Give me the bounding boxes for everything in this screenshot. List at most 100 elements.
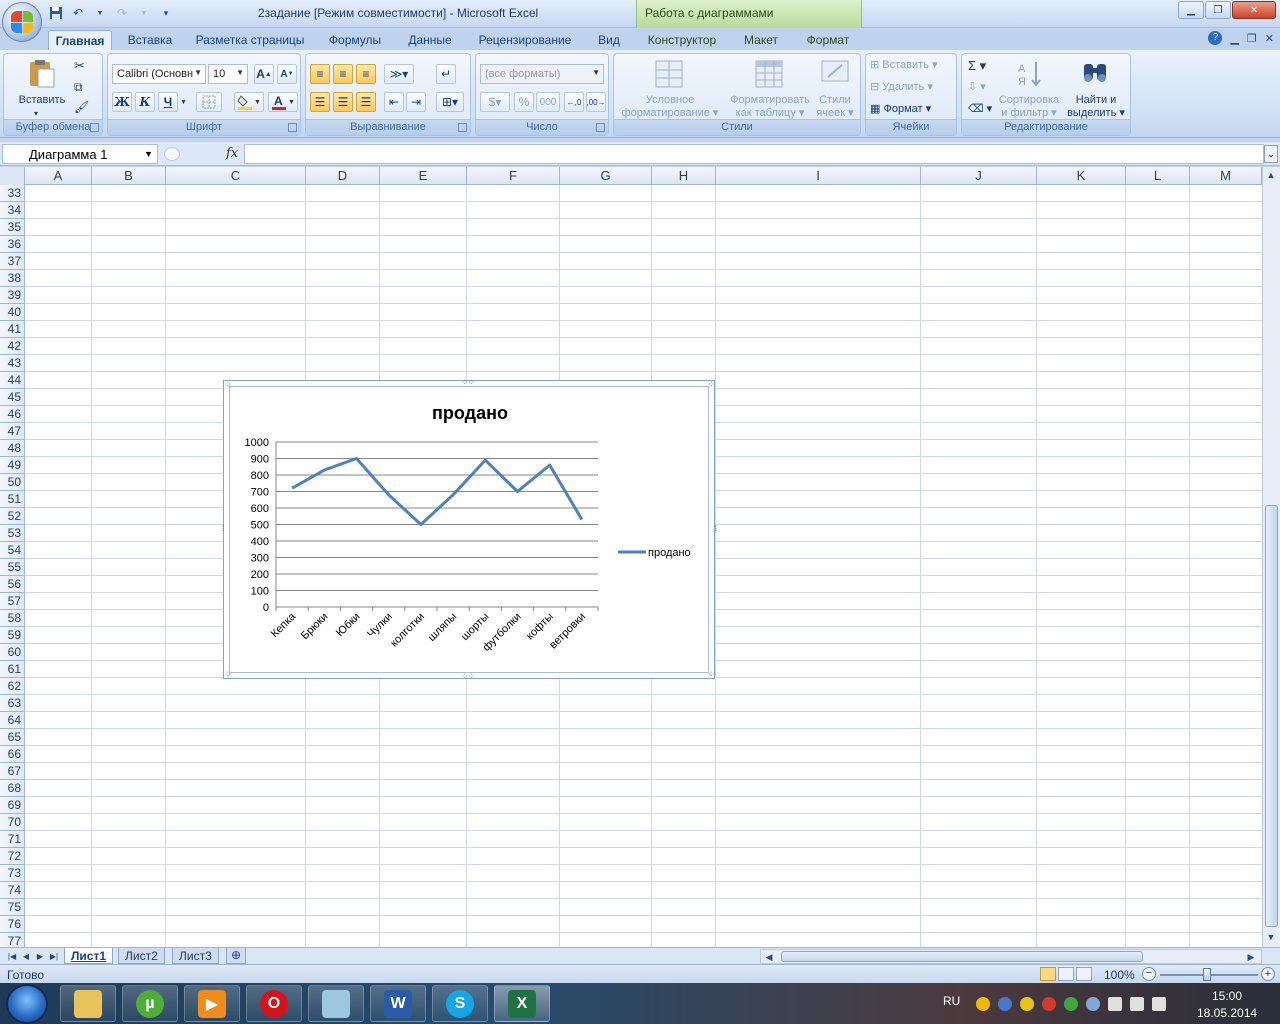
row-header[interactable]: 33 (0, 185, 25, 202)
tab-view[interactable]: Вид (592, 30, 626, 50)
row-header[interactable]: 62 (0, 678, 25, 695)
column-header[interactable]: M (1190, 167, 1262, 185)
column-header[interactable]: D (306, 167, 380, 185)
font-size-combo[interactable]: 10 ▼ (208, 64, 248, 84)
ribbon-close-icon[interactable]: ✕ (1265, 32, 1274, 45)
clock-date[interactable]: 18.05.2014 (1197, 1006, 1257, 1020)
format-cells-button[interactable]: ▦ Формат ▾ (870, 103, 931, 116)
align-left-icon[interactable]: ☰ (310, 92, 330, 112)
font-launcher-icon[interactable] (288, 123, 297, 132)
fill-color-icon[interactable]: ▼ (234, 92, 264, 112)
taskbar-opera[interactable]: O (246, 985, 302, 1022)
row-header[interactable]: 51 (0, 491, 25, 508)
find-select-icon[interactable] (1080, 58, 1112, 88)
name-box[interactable]: Диаграмма 1 ▼ (2, 144, 158, 164)
row-header[interactable]: 71 (0, 831, 25, 848)
row-header[interactable]: 68 (0, 780, 25, 797)
row-header[interactable]: 73 (0, 865, 25, 882)
redo-icon[interactable]: ↷ (114, 5, 130, 21)
row-header[interactable]: 41 (0, 321, 25, 338)
sort-filter-button[interactable]: Сортировка и фильтр ▾ (994, 94, 1064, 120)
flag-icon[interactable] (1152, 997, 1166, 1011)
horizontal-scroll-thumb[interactable] (781, 951, 1143, 962)
ribbon-minimize-icon[interactable]: ▁ (1230, 32, 1238, 45)
row-header[interactable]: 38 (0, 270, 25, 287)
row-header[interactable]: 56 (0, 576, 25, 593)
increase-decimal-icon[interactable]: ←,0 (564, 92, 584, 112)
shrink-font-icon[interactable]: A ▼ (277, 64, 297, 84)
column-header[interactable]: E (380, 167, 467, 185)
redo-dropdown-icon[interactable]: ▼ (136, 5, 152, 21)
taskbar-notepad[interactable] (308, 985, 364, 1022)
align-top-icon[interactable]: ≡ (310, 64, 330, 84)
scroll-right-icon[interactable]: ▶ (1245, 949, 1257, 965)
wrap-text-icon[interactable]: ↵ (436, 64, 456, 84)
tab-formulas[interactable]: Формулы (322, 30, 388, 50)
zoom-in-icon[interactable]: + (1261, 967, 1275, 981)
row-header[interactable]: 76 (0, 916, 25, 933)
row-header[interactable]: 53 (0, 525, 25, 542)
help-icon[interactable]: ? (1208, 31, 1223, 45)
row-header[interactable]: 54 (0, 542, 25, 559)
taskbar-utorrent[interactable]: µ (122, 985, 178, 1022)
decrease-indent-icon[interactable]: ⇤ (384, 92, 404, 112)
row-header[interactable]: 77 (0, 933, 25, 947)
chart-object[interactable]: ⁘ ⁘⁘ ⁘ ⁞ ⁞ ⁘ ⁘⁘ ⁘ продано 0 100 200 300 400 50… (222, 377, 717, 681)
insert-function-button[interactable]: fx (226, 146, 238, 161)
format-painter-icon[interactable]: 🖌 (74, 101, 89, 114)
taskbar-explorer[interactable] (60, 985, 116, 1022)
paste-icon[interactable] (26, 58, 58, 88)
conditional-formatting-icon[interactable] (654, 59, 686, 89)
taskbar-excel[interactable]: X (494, 985, 550, 1022)
italic-button[interactable]: К (135, 92, 155, 112)
tab-design[interactable]: Конструктор (640, 30, 724, 50)
row-header[interactable]: 49 (0, 457, 25, 474)
row-header[interactable]: 35 (0, 219, 25, 236)
restore-button[interactable]: ❐ (1205, 1, 1231, 19)
network-icon[interactable] (1108, 997, 1122, 1011)
orientation-icon[interactable]: ≫▾ (384, 64, 414, 84)
data-point[interactable] (483, 458, 487, 462)
vertical-scroll-thumb[interactable] (1265, 505, 1278, 927)
prev-sheet-icon[interactable]: ◀ (20, 949, 32, 963)
borders-icon[interactable] (196, 92, 222, 112)
normal-view-icon[interactable] (1040, 967, 1056, 981)
legend-label[interactable]: продано (648, 547, 691, 559)
horizontal-scrollbar[interactable]: ◀ ▶ (760, 949, 1262, 964)
undo-icon[interactable]: ↶ (70, 5, 86, 21)
cell-styles-icon[interactable] (820, 59, 852, 89)
fill-icon[interactable]: ⇩ ▾ (968, 81, 986, 94)
font-color-icon[interactable]: A ▼ (268, 92, 298, 112)
tray-shield-icon[interactable] (1020, 997, 1034, 1011)
tab-data[interactable]: Данные (400, 30, 460, 50)
cell-styles-button[interactable]: Стили ячеек ▾ (810, 94, 860, 120)
align-right-icon[interactable]: ☰ (356, 92, 376, 112)
undo-dropdown-icon[interactable]: ▼ (92, 5, 108, 21)
sheet-tab-2[interactable]: Лист2 (118, 948, 165, 964)
resize-handle-right[interactable]: ⁞ (714, 523, 716, 533)
row-header[interactable]: 52 (0, 508, 25, 525)
font-name-combo[interactable]: Calibri (Основн ▼ (112, 64, 206, 84)
tab-page-layout[interactable]: Разметка страницы (190, 30, 310, 50)
row-header[interactable]: 63 (0, 695, 25, 712)
office-button[interactable] (2, 2, 42, 42)
column-header[interactable]: I (716, 167, 921, 185)
sheet-tab-1[interactable]: Лист1 (64, 948, 114, 964)
data-point[interactable] (355, 457, 359, 461)
clipboard-launcher-icon[interactable] (90, 123, 99, 132)
row-header[interactable]: 43 (0, 355, 25, 372)
thousands-button[interactable]: 000 (536, 92, 560, 112)
format-as-table-button[interactable]: Форматировать как таблицу ▾ (722, 94, 818, 120)
row-header[interactable]: 46 (0, 406, 25, 423)
row-header[interactable]: 50 (0, 474, 25, 491)
data-point[interactable] (322, 468, 326, 472)
scroll-up-icon[interactable]: ▲ (1263, 167, 1279, 183)
taskbar-media-player[interactable]: ▶ (184, 985, 240, 1022)
row-header[interactable]: 37 (0, 253, 25, 270)
percent-button[interactable]: % (514, 92, 534, 112)
close-button[interactable]: ✕ (1232, 1, 1276, 19)
row-header[interactable]: 64 (0, 712, 25, 729)
row-header[interactable]: 48 (0, 440, 25, 457)
align-middle-icon[interactable]: ≡ (333, 64, 353, 84)
sheet-tab-3[interactable]: Лист3 (172, 948, 219, 964)
